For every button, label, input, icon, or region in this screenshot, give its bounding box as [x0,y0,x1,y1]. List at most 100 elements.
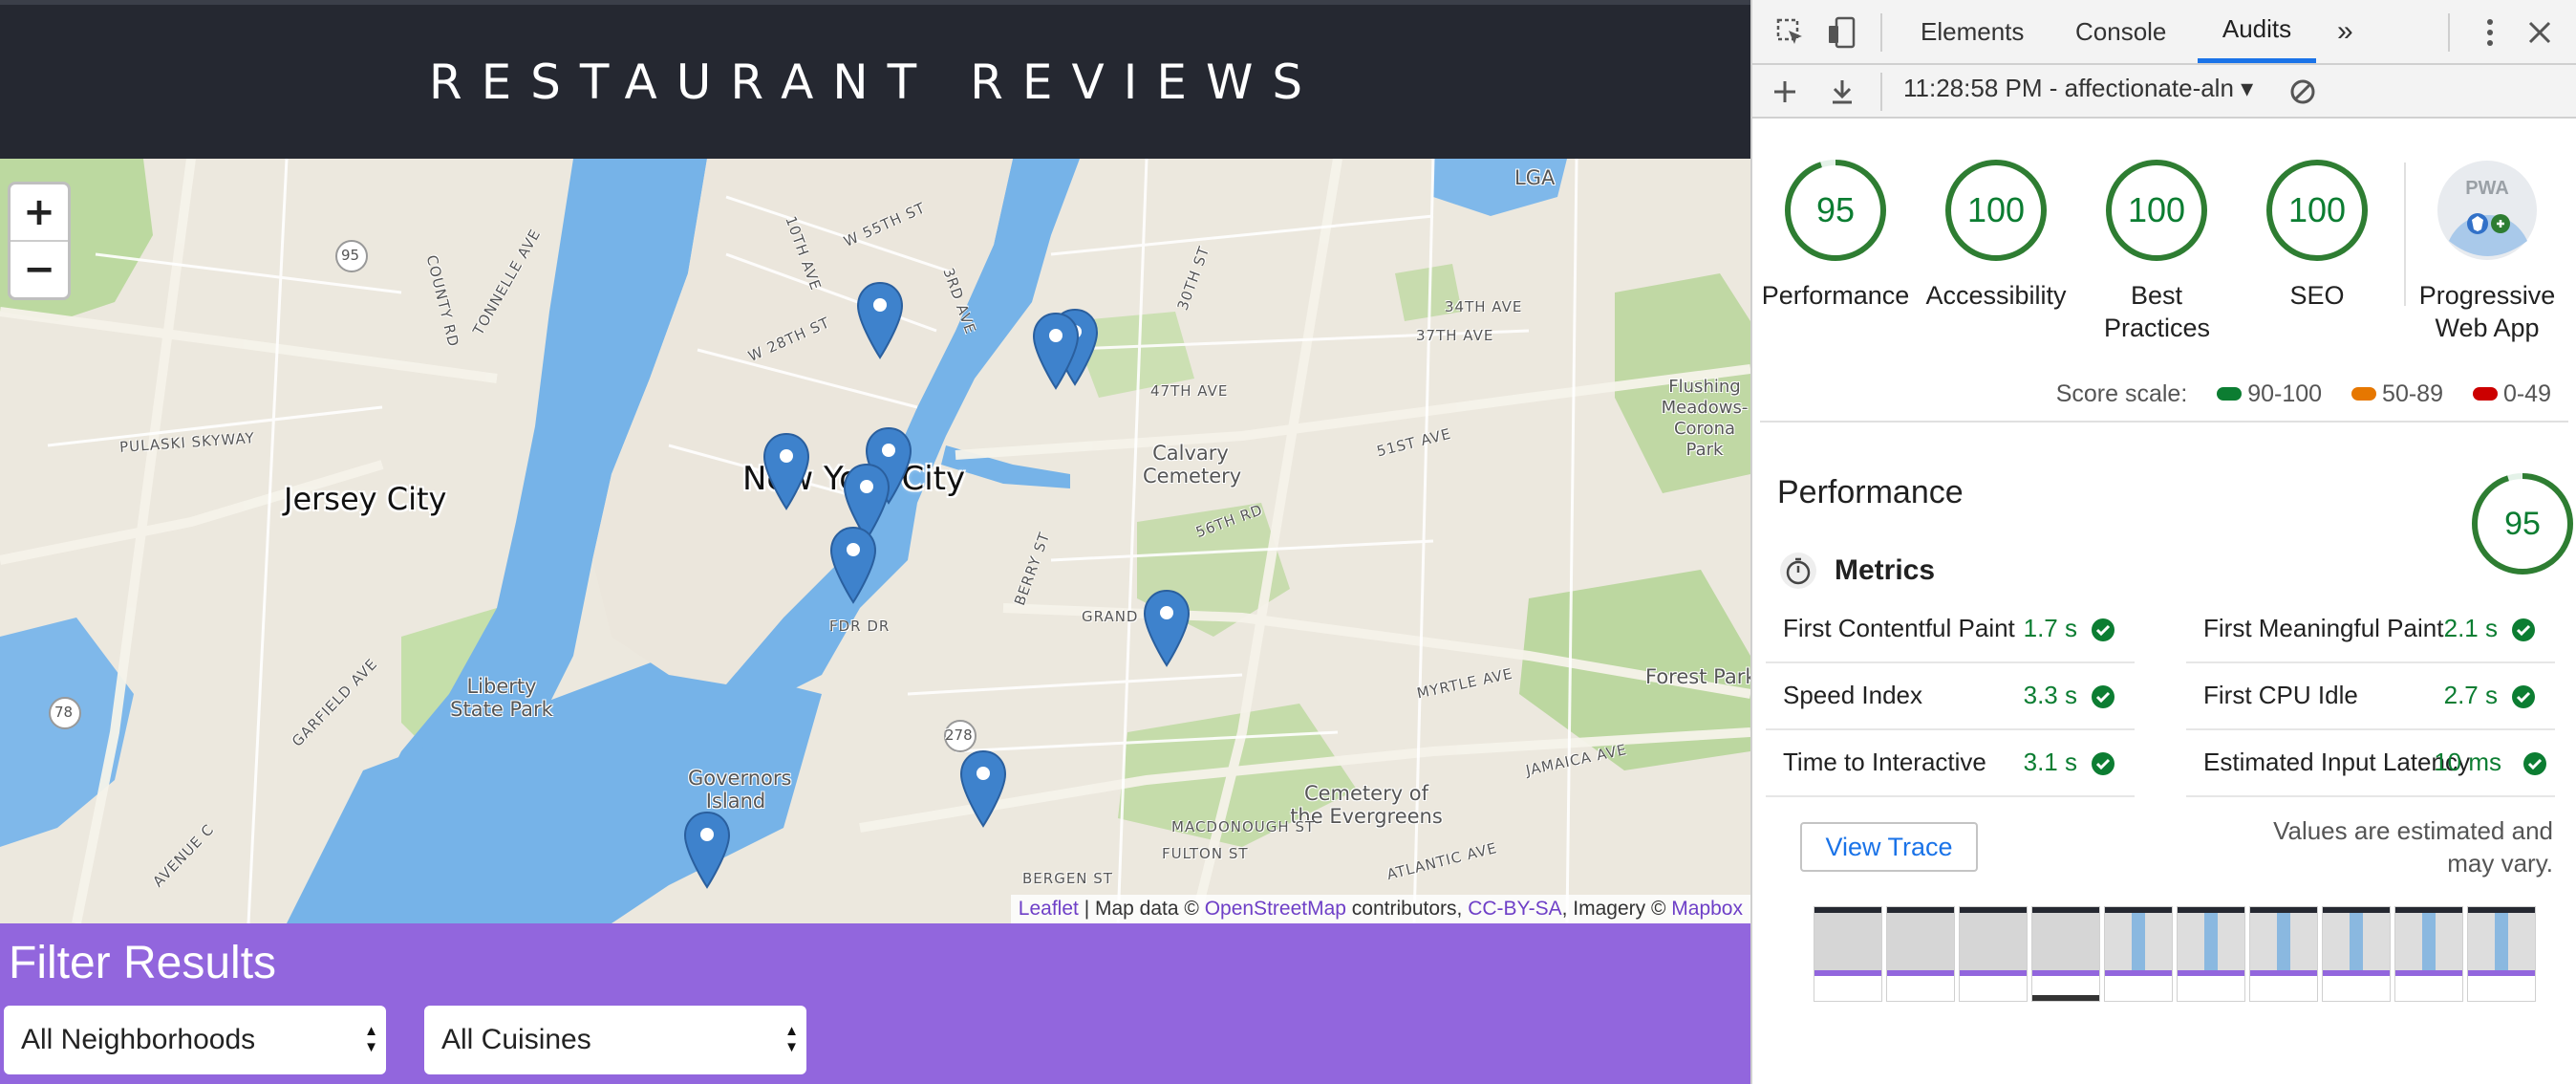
filmstrip-frame [2104,906,2173,1002]
metric-name: Time to Interactive [1783,748,1986,776]
map-label-bergen-st: BERGEN ST [1022,870,1113,887]
clear-icon[interactable] [2284,73,2322,111]
map-label-fdr-dr: FDR DR [829,618,891,635]
metric-time-to-interactive: Time to Interactive 3.1 s [1766,730,2135,797]
route-278-label: 278 [945,726,973,744]
filmstrip-frame [1814,906,1882,1002]
map-label-governors-island: Governors Island [688,767,792,813]
section-divider [1760,421,2568,423]
tab-console[interactable]: Console [2075,0,2166,63]
restaurant-marker[interactable] [1032,312,1080,390]
restaurant-marker[interactable] [856,281,904,359]
neighborhoods-select-value: All Neighborhoods [21,1024,256,1055]
metric-name: Estimated Input Latency [2203,748,2470,776]
download-icon[interactable] [1823,73,1861,111]
filter-title: Filter Results [9,938,277,988]
metrics-title: Metrics [1835,554,1936,586]
mapbox-link[interactable]: Mapbox [1671,898,1743,921]
restaurant-marker[interactable] [683,811,731,889]
filter-section: Filter Results All Neighborhoods ▲ ▼ All … [0,923,1750,1084]
restaurant-marker[interactable] [762,432,810,510]
report-select[interactable]: 11:28:58 PM - affectionate-aln ▾ [1903,74,2253,103]
gauge-pwa[interactable]: PWA [2435,159,2540,262]
select-arrows-icon: ▲ ▼ [364,1023,378,1055]
fail-dot-icon [2472,386,2498,401]
attribution-map-data: | Map data © [1078,898,1205,920]
map-label-flushing-meadows: Flushing Meadows-Corona Park [1661,377,1749,460]
gauge-seo[interactable]: 100 [2265,159,2370,262]
pass-check-icon [2512,618,2535,641]
neighborhoods-select[interactable]: All Neighborhoods ▲ ▼ [4,1006,386,1074]
gauge-score: 100 [2287,190,2347,229]
map-label-forest-park: Forest Park [1645,665,1750,688]
map-label-jersey-city: Jersey City [284,481,447,517]
filmstrip [1814,906,2576,1002]
close-icon[interactable] [2521,13,2559,52]
filmstrip-frame [1959,906,2028,1002]
leaflet-link[interactable]: Leaflet [1019,898,1079,921]
map-label-grand-st: GRAND [1082,608,1139,625]
zoom-in-button[interactable]: + [11,184,68,240]
gauge-best-practices[interactable]: 100 [2104,159,2209,262]
metric-speed-index: Speed Index 3.3 s [1766,663,2135,730]
map[interactable]: 95 78 278 New York City Jersey City Calv… [0,159,1750,923]
tab-audits[interactable]: Audits [2198,0,2316,63]
restaurant-marker[interactable] [959,749,1007,828]
metric-name: First CPU Idle [2203,681,2358,709]
toolbar-separator [1880,73,1882,111]
score-scale-average: 50-89 [2382,380,2443,407]
pass-check-icon [2092,752,2114,775]
openstreetmap-link[interactable]: OpenStreetMap [1205,898,1346,921]
pass-check-icon [2092,618,2114,641]
map-label-calvary-cemetery: Calvary Cemetery [1143,442,1242,488]
metric-estimated-input-latency: Estimated Input Latency 10 ms [2186,730,2555,797]
map-label-liberty-state-park: Liberty State Park [450,675,553,721]
performance-section-gauge: 95 [2471,472,2574,575]
metric-first-contentful-paint: First Contentful Paint 1.7 s [1766,596,2135,663]
attribution-contributors: contributors, [1345,898,1469,920]
audits-toolbar: 11:28:58 PM - affectionate-aln ▾ [1752,65,2576,119]
app-title: RESTAURANT REVIEWS [428,54,1322,110]
select-arrows-icon: ▲ ▼ [784,1023,799,1055]
category-label-performance: Performance [1761,281,1910,310]
score-scale: Score scale: 90-100 50-89 0-49 [2056,380,2551,408]
metric-value: 10 ms [2434,748,2501,776]
devtools-panel: Elements Console Audits » 11:28:58 PM - … [1750,0,2576,1084]
filmstrip-frame [2177,906,2245,1002]
restaurant-marker[interactable] [829,526,877,604]
map-label-47th-ave: 47TH AVE [1150,382,1229,400]
kebab-menu-icon[interactable] [2471,13,2509,52]
pass-check-icon [2523,752,2546,775]
category-label-pwa: Progressive Web App [2418,281,2556,342]
zoom-control: + − [8,182,71,300]
inspect-element-icon[interactable] [1771,13,1810,52]
pass-check-icon [2512,685,2535,708]
cc-by-sa-link[interactable]: CC-BY-SA [1468,898,1561,921]
restaurant-marker[interactable] [1143,589,1191,667]
zoom-out-button[interactable]: − [11,240,68,297]
filmstrip-frame [2394,906,2463,1002]
view-trace-button[interactable]: View Trace [1800,822,1978,872]
more-tabs-button[interactable]: » [2337,0,2353,63]
performance-section-score: 95 [2504,505,2541,542]
gauge-accessibility[interactable]: 100 [1943,159,2049,262]
score-scale-fail: 0-49 [2502,380,2551,407]
route-78-label: 78 [54,704,74,721]
tab-elements[interactable]: Elements [1921,0,2024,63]
map-label-lga: LGA [1514,166,1556,189]
devtools-tabbar: Elements Console Audits » [1752,0,2576,65]
gauge-performance[interactable]: 95 [1783,159,1888,262]
metric-value: 3.1 s [2023,748,2077,776]
category-label-accessibility: Accessibility [1925,281,2067,310]
values-estimated-note: Values are estimated and may vary. [2273,816,2553,878]
plus-icon[interactable] [1766,73,1804,111]
map-label-37th-ave: 37TH AVE [1416,327,1494,344]
map-label-macdonough-st: MACDONOUGH ST [1171,818,1316,835]
gauge-score: 100 [1966,190,2026,229]
filmstrip-frame [2322,906,2391,1002]
cuisines-select[interactable]: All Cuisines ▲ ▼ [424,1006,806,1074]
metric-name: Speed Index [1783,681,1923,709]
toolbar-separator [1880,13,1882,52]
device-toolbar-icon[interactable] [1823,13,1861,52]
metric-first-meaningful-paint: First Meaningful Paint 2.1 s [2186,596,2555,663]
